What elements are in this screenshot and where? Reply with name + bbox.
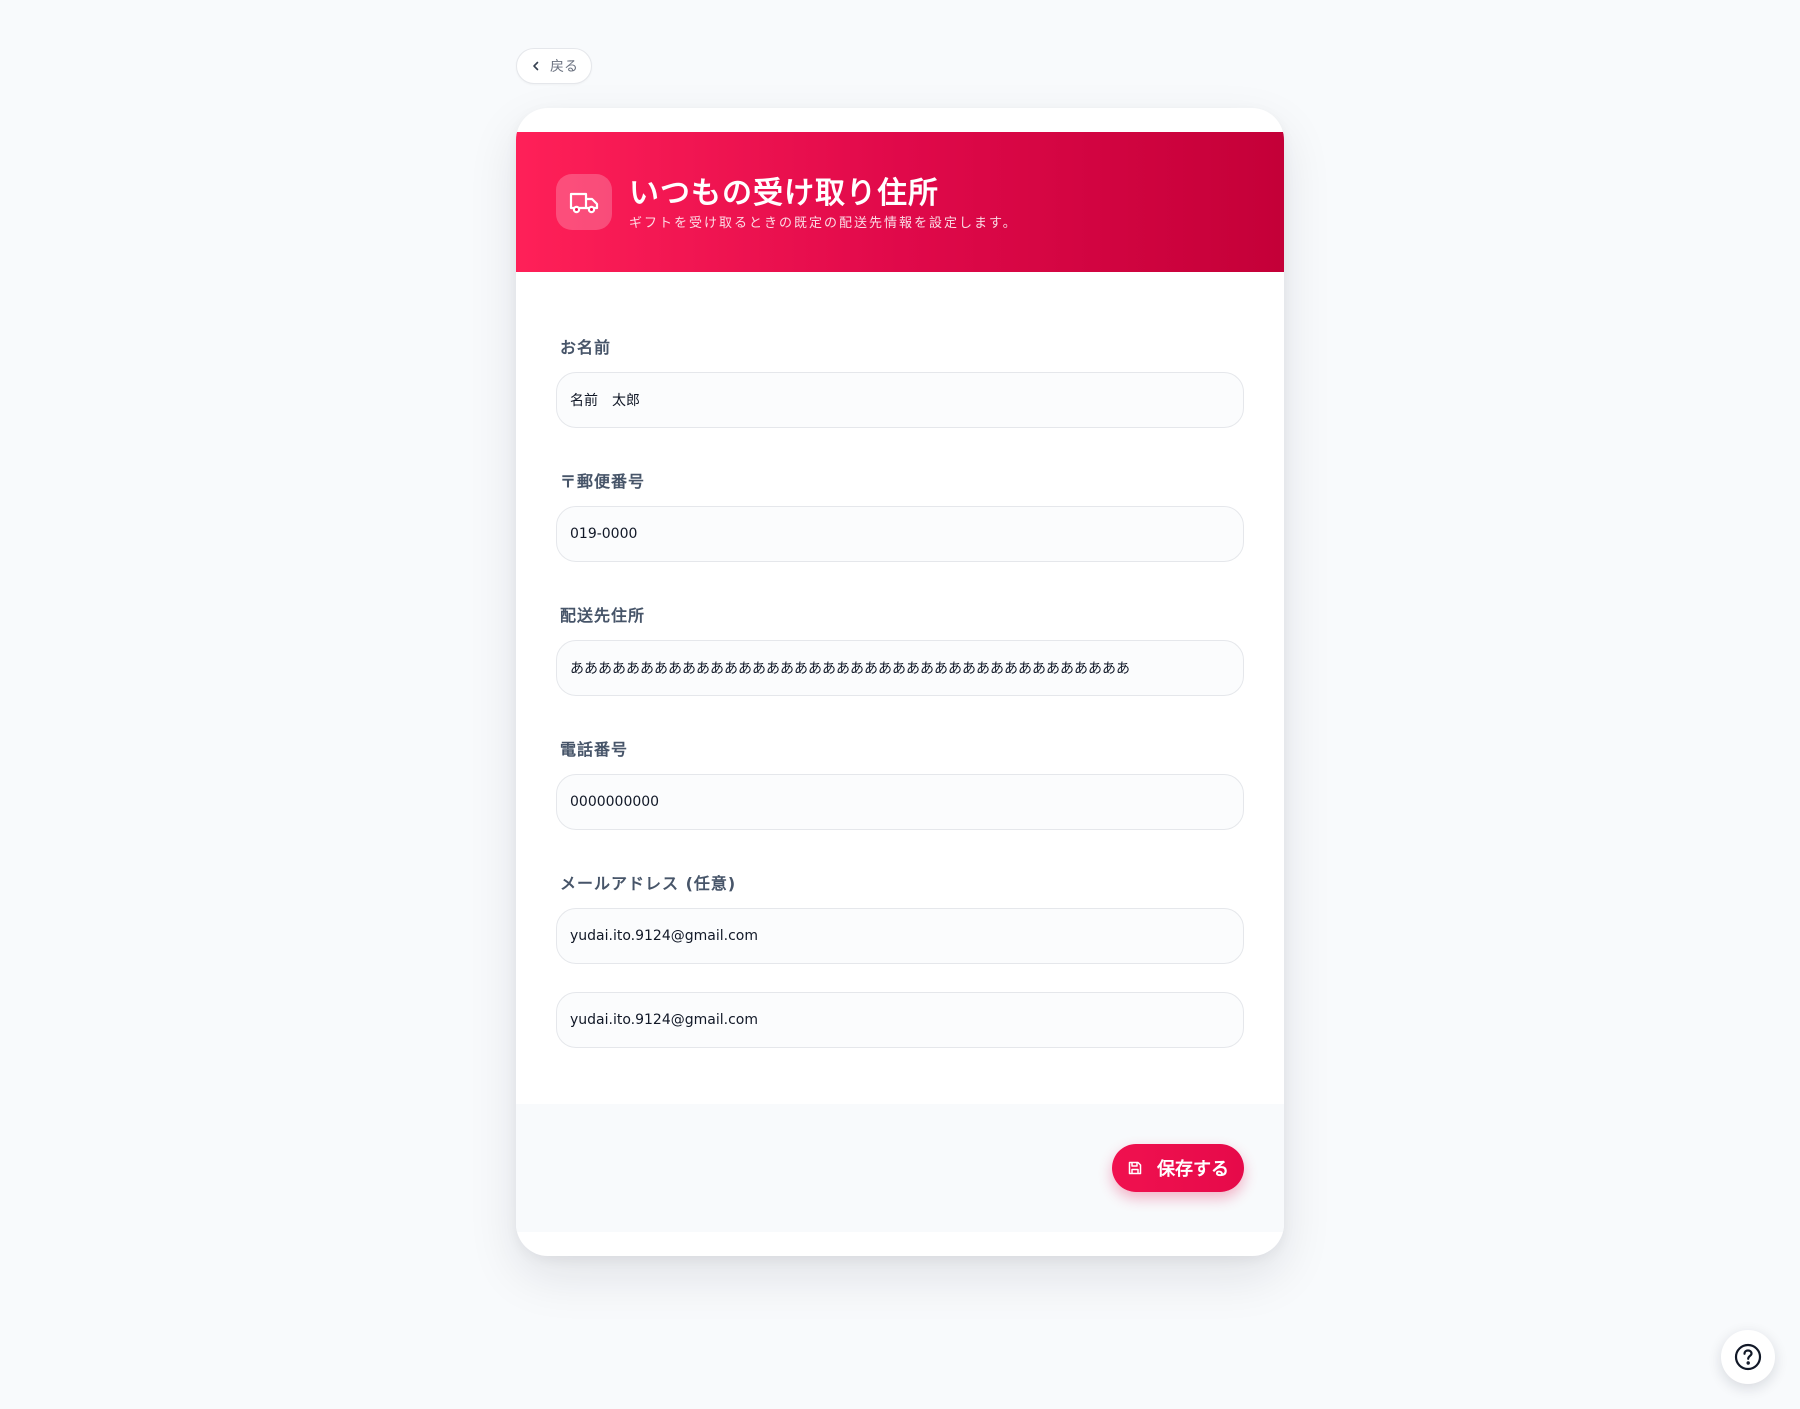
postal-label: 〒郵便番号 [560,472,646,491]
save-button-label: 保存する [1157,1159,1229,1179]
address-field-group: 配送先住所 ああああああああああああああああああああああああああああああああああ… [556,602,1244,696]
address-card: いつもの受け取り住所 ギフトを受け取るときの既定の配送先情報を設定します。 お名… [516,108,1284,1256]
card-footer: 保存する [516,1104,1284,1232]
card-header: いつもの受け取り住所 ギフトを受け取るときの既定の配送先情報を設定します。 [516,132,1284,272]
save-icon [1128,1161,1142,1175]
email-input[interactable]: yudai.ito.9124@gmail.com [556,908,1244,964]
name-field-group: お名前 名前 太郎 [556,334,1244,428]
truck-icon [556,174,612,230]
email-field-group: メールアドレス (任意) yudai.ito.9124@gmail.com yu… [556,870,1244,1048]
name-label: お名前 [560,338,612,357]
back-button-label: 戻る [550,58,578,74]
page-title: いつもの受け取り住所 [629,176,939,211]
page: 戻る いつもの受け取り住所 ギフトを受け取るときの既定の配送先情報を設定します。… [0,0,1800,1409]
email-label: メールアドレス (任意) [560,874,737,893]
postal-input[interactable]: 019-0000 [556,506,1244,562]
phone-input[interactable]: 0000000000 [556,774,1244,830]
name-input[interactable]: 名前 太郎 [556,372,1244,428]
help-button[interactable] [1721,1330,1775,1384]
page-subtitle: ギフトを受け取るときの既定の配送先情報を設定します。 [629,216,1018,231]
save-button[interactable]: 保存する [1112,1144,1244,1192]
postal-field-group: 〒郵便番号 019-0000 [556,468,1244,562]
phone-label: 電話番号 [560,740,629,759]
address-form: お名前 名前 太郎 〒郵便番号 019-0000 配送先住所 あああああああああ… [556,334,1244,1088]
address-input[interactable]: ああああああああああああああああああああああああああああああああああああああああ [556,640,1244,696]
back-button[interactable]: 戻る [516,48,592,84]
phone-field-group: 電話番号 0000000000 [556,736,1244,830]
help-icon [1734,1343,1762,1371]
address-label: 配送先住所 [560,606,646,625]
email-confirm-input[interactable]: yudai.ito.9124@gmail.com [556,992,1244,1048]
chevron-left-icon [533,61,539,71]
